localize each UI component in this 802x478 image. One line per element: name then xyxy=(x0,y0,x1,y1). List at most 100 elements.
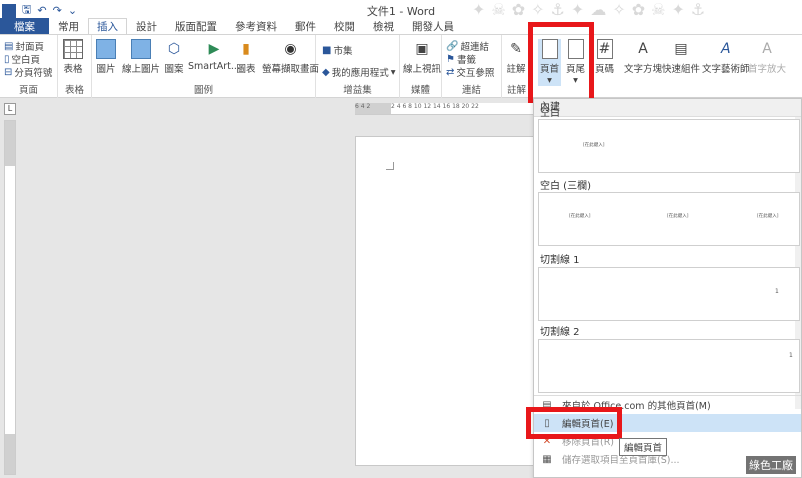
page-break-button[interactable]: ⊟ 分頁符號 xyxy=(4,65,53,80)
blank-page-button[interactable]: ▯ 空白頁 xyxy=(4,52,41,67)
bookmark-label: 書籤 xyxy=(456,55,476,66)
hyperlink-button[interactable]: 🔗 超連結 xyxy=(446,39,489,54)
bookmark-icon: ⚑ xyxy=(446,53,455,65)
blank-page-label: 空白頁 xyxy=(11,55,41,66)
bookmark-button[interactable]: ⚑ 書籤 xyxy=(446,52,476,67)
horizontal-ruler-margin: 6 4 2 xyxy=(355,103,391,115)
table-button[interactable]: 表格 xyxy=(63,39,83,75)
tab-home[interactable]: 常用 xyxy=(49,18,88,34)
page-number-button[interactable]: # 頁碼 xyxy=(595,39,614,75)
table-label: 表格 xyxy=(63,64,83,75)
header-preview-blank[interactable]: [在此鍵入] xyxy=(538,119,800,173)
store-button[interactable]: ■ 市集 xyxy=(322,43,352,58)
screenshot-button[interactable]: ◉ 螢幕擷取畫面 xyxy=(262,39,319,75)
highlight-edit-header xyxy=(526,407,622,439)
header-preview-blank-three-column[interactable]: [在此鍵入] [在此鍵入] [在此鍵入] xyxy=(538,192,800,246)
ribbon: ▤ 封面頁 ▯ 空白頁 ⊟ 分頁符號 頁面 表格 表格 圖片 線上圖片 ⬡ 圖案 ▶ Sm… xyxy=(0,34,802,98)
tab-view[interactable]: 檢視 xyxy=(364,18,403,34)
gallery-item-name: 切割線 2 xyxy=(540,327,580,338)
wordart-label: 文字藝術師 xyxy=(702,64,750,75)
table-icon xyxy=(63,39,83,59)
store-icon: ■ xyxy=(322,44,332,56)
page-break-label: 分頁符號 xyxy=(14,68,53,79)
tab-mailings[interactable]: 郵件 xyxy=(286,18,325,34)
group-media: ▣ 線上視訊 媒體 xyxy=(400,35,442,98)
cross-reference-button[interactable]: ⇄ 交互參照 xyxy=(446,65,495,80)
drop-cap-icon: A xyxy=(762,41,772,57)
blank-page-icon: ▯ xyxy=(4,53,10,65)
my-apps-label: 我的應用程式 xyxy=(331,68,389,79)
group-pages: ▤ 封面頁 ▯ 空白頁 ⊟ 分頁符號 頁面 xyxy=(0,35,58,98)
horizontal-ruler[interactable]: 2 4 6 8 10 12 14 16 18 20 22 xyxy=(391,103,533,115)
textbox-button[interactable]: A 文字方塊 xyxy=(624,39,662,75)
quick-parts-label: 快速組件 xyxy=(662,64,701,75)
tab-layout[interactable]: 版面配置 xyxy=(166,18,226,34)
tab-insert[interactable]: 插入 xyxy=(88,18,127,34)
page-number-icon: # xyxy=(596,39,613,59)
vertical-ruler[interactable] xyxy=(4,120,16,475)
cover-page-label: 封面頁 xyxy=(15,42,44,53)
drop-cap-button[interactable]: A 首字放大 xyxy=(748,39,786,75)
edit-header-tooltip: 編輯頁首 xyxy=(619,438,668,456)
gallery-item-name: 切割線 1 xyxy=(540,255,580,266)
page-break-icon: ⊟ xyxy=(4,66,13,78)
group-tables: 表格 表格 xyxy=(58,35,92,98)
tab-developer[interactable]: 開發人員 xyxy=(403,18,463,34)
my-apps-button[interactable]: ◆ 我的應用程式 ▾ xyxy=(322,65,396,80)
tab-file[interactable]: 檔案 xyxy=(0,18,49,34)
screenshot-label: 螢幕擷取畫面 xyxy=(262,64,320,75)
gallery-item-name: 空白 xyxy=(540,108,560,119)
header-preview-cutline-1[interactable]: 1 xyxy=(538,267,800,321)
online-picture-icon xyxy=(131,39,151,59)
online-video-button[interactable]: ▣ 線上視訊 xyxy=(403,39,441,75)
tab-design[interactable]: 設計 xyxy=(127,18,166,34)
comment-icon: ✎ xyxy=(510,41,522,57)
group-links-label: 連結 xyxy=(461,85,481,96)
smartart-button[interactable]: ▶ SmartArt... xyxy=(188,39,240,72)
tab-selector[interactable]: L xyxy=(4,103,16,115)
header-preview-cutline-2[interactable]: 1 xyxy=(538,339,800,393)
shapes-icon: ⬡ xyxy=(167,41,181,57)
document-page[interactable] xyxy=(355,136,555,466)
group-illustrations-label: 圖例 xyxy=(193,85,213,96)
watermark: 綠色工廠 xyxy=(746,456,796,474)
group-media-label: 媒體 xyxy=(410,85,430,96)
placeholder-text: [在此鍵入] xyxy=(583,143,605,148)
group-addins-label: 增益集 xyxy=(343,85,372,96)
camera-icon: ◉ xyxy=(284,41,297,57)
chart-label: 圖表 xyxy=(236,64,256,75)
cross-reference-label: 交互參照 xyxy=(456,68,495,79)
tab-references[interactable]: 參考資料 xyxy=(226,18,286,34)
smartart-label: SmartArt... xyxy=(188,61,240,72)
hyperlink-icon: 🔗 xyxy=(446,40,459,52)
smartart-icon: ▶ xyxy=(208,41,220,57)
group-illustrations: 圖片 線上圖片 ⬡ 圖案 ▶ SmartArt... ▮ 圖表 ◉ 螢幕擷取畫面 圖例 xyxy=(92,35,319,98)
video-icon: ▣ xyxy=(415,41,429,57)
chevron-down-icon: ▾ xyxy=(390,66,396,78)
comment-button[interactable]: ✎ 註解 xyxy=(506,39,526,75)
textbox-icon: A xyxy=(638,41,648,57)
ribbon-tabs: 檔案 常用 插入 設計 版面配置 參考資料 郵件 校閱 檢視 開發人員 xyxy=(0,18,802,34)
chart-button[interactable]: ▮ 圖表 xyxy=(236,39,256,75)
apps-icon: ◆ xyxy=(322,66,330,78)
online-picture-button[interactable]: 線上圖片 xyxy=(122,39,160,75)
cover-page-button[interactable]: ▤ 封面頁 xyxy=(4,39,44,54)
comment-label: 註解 xyxy=(506,64,526,75)
tab-review[interactable]: 校閱 xyxy=(325,18,364,34)
picture-button[interactable]: 圖片 xyxy=(96,39,116,75)
highlight-header-button xyxy=(528,22,594,104)
cross-reference-icon: ⇄ xyxy=(446,66,455,78)
quick-parts-button[interactable]: ▤ 快速組件 xyxy=(662,39,700,75)
gallery-section-title: 內建 xyxy=(534,99,801,117)
quick-parts-icon: ▤ xyxy=(674,41,688,57)
crop-mark xyxy=(386,162,394,170)
page-number-label: 頁碼 xyxy=(595,64,615,75)
wordart-button[interactable]: A 文字藝術師 xyxy=(702,39,750,75)
group-text: A 文字方塊 ▤ 快速組件 A 文字藝術師 A 首字放大 xyxy=(620,35,802,98)
shapes-label: 圖案 xyxy=(164,64,184,75)
group-comments-label: 註解 xyxy=(506,85,526,96)
drop-cap-label: 首字放大 xyxy=(748,64,787,75)
shapes-button[interactable]: ⬡ 圖案 xyxy=(164,39,184,75)
online-video-label: 線上視訊 xyxy=(403,64,442,75)
group-links: 🔗 超連結 ⚑ 書籤 ⇄ 交互參照 連結 xyxy=(442,35,502,98)
